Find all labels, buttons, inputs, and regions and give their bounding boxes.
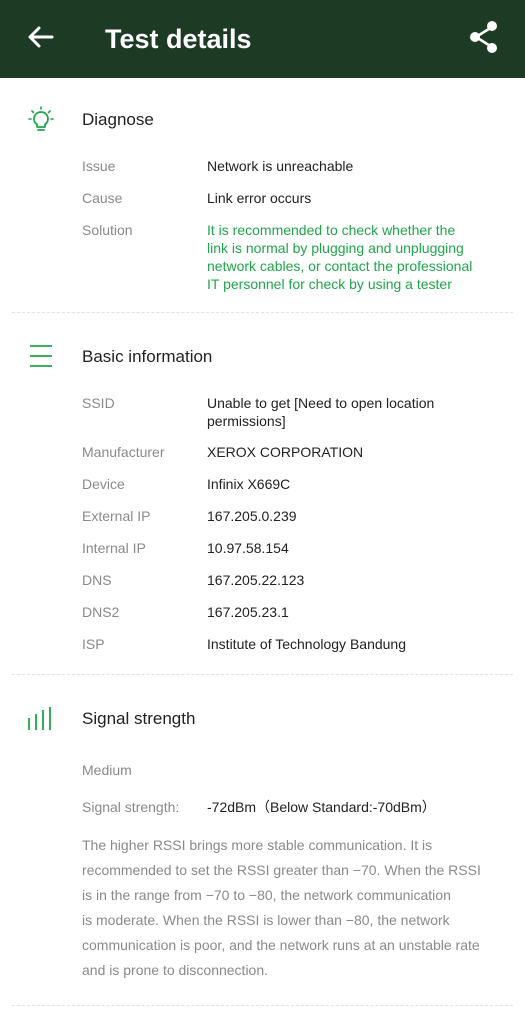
explanation-line: is moderate. When the RSSI is lower than… bbox=[82, 912, 450, 928]
signal-explanation: The higher RSSI brings more stable commu… bbox=[82, 833, 504, 983]
signal-level: Medium bbox=[82, 762, 132, 778]
test-details-screen: Test details Diagnose Issue Network is u… bbox=[0, 0, 525, 1024]
signal-title: Signal strength bbox=[82, 709, 196, 728]
signal-strength-value: -72dBm（Below Standard:-70dBm） bbox=[207, 799, 436, 815]
explanation-line: recommended to set the RSSI greater than… bbox=[82, 862, 481, 878]
explanation-line: The higher RSSI brings more stable commu… bbox=[82, 837, 433, 853]
signal-bars-icon bbox=[26, 704, 56, 734]
explanation-line: communication is poor, and the network r… bbox=[82, 937, 480, 953]
signal-section: Signal strength Medium Signal strength: … bbox=[0, 0, 525, 1024]
signal-strength-label: Signal strength: bbox=[82, 799, 180, 815]
explanation-line: is in the range from −70 to −80, the net… bbox=[82, 887, 451, 903]
explanation-line: and is prone to disconnection. bbox=[82, 962, 269, 978]
divider bbox=[12, 1005, 513, 1006]
